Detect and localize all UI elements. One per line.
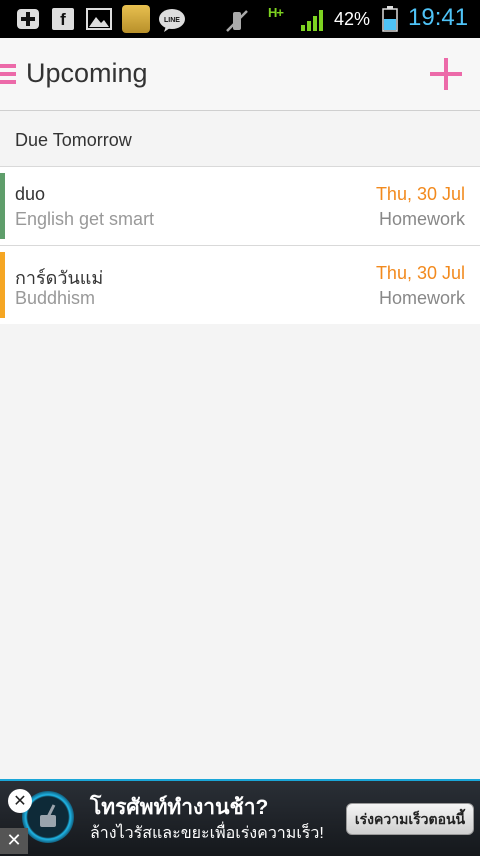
status-time: 19:41 bbox=[408, 4, 469, 31]
battery-percent: 42% bbox=[334, 9, 371, 29]
status-bar: f LINE H+ 42% 19:41 bbox=[0, 0, 480, 38]
task-type: Homework bbox=[378, 209, 465, 229]
task-name: duo bbox=[15, 184, 46, 204]
ad-banner[interactable]: ✕ โทรศัพท์ทำงานช้า? ล้างไวรัสและขยะเพื่อ… bbox=[0, 779, 480, 856]
task-type: Homework bbox=[378, 288, 465, 308]
mute-icon bbox=[226, 10, 248, 32]
ad-title: โทรศัพท์ทำงานช้า? bbox=[90, 796, 269, 819]
facebook-icon: f bbox=[52, 8, 74, 30]
ad-close-icon[interactable]: ✕ bbox=[8, 789, 32, 813]
task-item[interactable]: การ์ดวันแม่ Buddhism Thu, 30 Jul Homewor… bbox=[0, 246, 480, 324]
svg-text:LINE: LINE bbox=[164, 17, 180, 24]
task-subject: Buddhism bbox=[15, 288, 96, 308]
section-header: Due Tomorrow bbox=[0, 111, 480, 167]
signal-icon bbox=[301, 10, 323, 31]
line-icon: LINE bbox=[159, 9, 185, 32]
task-subject: English get smart bbox=[15, 209, 155, 229]
plus-icon[interactable] bbox=[428, 56, 464, 92]
hplus-network-icon: H+ bbox=[268, 5, 284, 20]
gallery-icon bbox=[86, 8, 112, 30]
add-notification-icon bbox=[17, 9, 39, 29]
section-title: Due Tomorrow bbox=[15, 130, 132, 150]
task-item[interactable]: duo English get smart Thu, 30 Jul Homewo… bbox=[0, 167, 480, 246]
action-bar: Upcoming bbox=[0, 38, 480, 111]
ad-subtitle: ล้างไวรัสและขยะเพื่อเร่งความเร็ว! bbox=[90, 825, 324, 842]
app-notification-icon bbox=[122, 5, 150, 33]
task-due-date: Thu, 30 Jul bbox=[375, 263, 465, 283]
task-color-bar bbox=[0, 252, 5, 318]
battery-icon bbox=[382, 6, 398, 32]
page-title: Upcoming bbox=[26, 58, 148, 88]
ad-cta-button[interactable]: เร่งความเร็วตอนนี้ bbox=[346, 803, 474, 835]
ad-dismiss-icon[interactable]: ✕ bbox=[0, 828, 28, 854]
task-due-date: Thu, 30 Jul bbox=[375, 184, 465, 204]
task-color-bar bbox=[0, 173, 5, 239]
hamburger-menu-icon[interactable] bbox=[0, 64, 16, 84]
